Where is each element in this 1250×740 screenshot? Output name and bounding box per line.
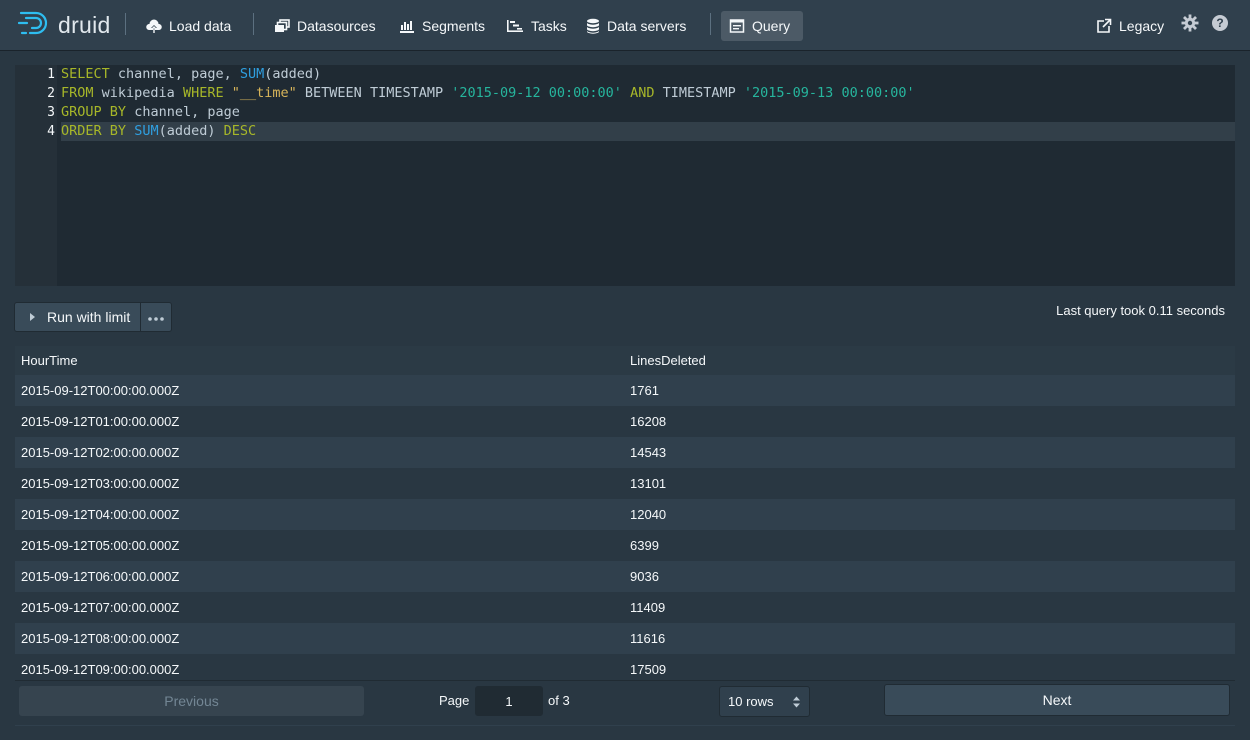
next-page-button[interactable]: Next [884,684,1230,716]
table-cell: 17509 [630,662,667,677]
datasources-icon [274,18,290,34]
column-header-linesdeleted[interactable]: LinesDeleted [630,346,706,375]
code-area[interactable]: SELECT channel, page, SUM(added) FROM wi… [61,65,1235,141]
table-cell: 13101 [630,476,667,491]
table-cell: 2015-09-12T07:00:00.000Z [21,600,180,615]
line-number-gutter: 1 2 3 4 [15,65,57,286]
table-row: 2015-09-12T03:00:00.000Z 13101 [15,468,1235,499]
table-cell: 14543 [630,445,667,460]
table-cell: 2015-09-12T01:00:00.000Z [21,414,180,429]
settings-button[interactable] [1180,14,1200,37]
table-cell: 9036 [630,569,659,584]
code-line[interactable]: GROUP BY channel, page [61,103,1235,122]
pagination-bar: Previous Page of 3 10 rows Next [15,680,1235,725]
double-caret-icon [792,695,801,712]
previous-page-button[interactable]: Previous [19,686,364,716]
help-icon: ? [1211,14,1229,37]
druid-logo[interactable]: druid [17,10,111,41]
database-icon [586,18,600,34]
table-cell: 11616 [630,631,666,646]
druid-logo-icon [17,10,52,41]
table-cell: 6399 [630,538,659,553]
table-cell: 2015-09-12T05:00:00.000Z [21,538,180,553]
code-line-active[interactable]: ORDER BY SUM(added) DESC [61,122,1235,141]
table-row: 2015-09-12T08:00:00.000Z 11616 [15,623,1235,654]
nav-datasources-button[interactable]: Datasources [266,11,384,41]
run-options-button[interactable] [141,302,173,332]
table-row: 2015-09-12T00:00:00.000Z 1761 [15,375,1235,406]
table-row: 2015-09-12T09:00:00.000Z 17509 [15,654,1235,680]
nav-segments-button[interactable]: Segments [391,11,493,41]
nav-query-label: Query [752,18,791,34]
line-number: 1 [47,67,55,82]
top-navbar: druid Load data Datasources Segments Tas… [0,0,1250,50]
table-row: 2015-09-12T07:00:00.000Z 11409 [15,592,1235,623]
query-timing: Last query took 0.11 seconds [1056,303,1225,318]
table-cell: 1761 [630,383,659,398]
table-cell: 16208 [630,414,667,429]
table-cell: 2015-09-12T03:00:00.000Z [21,476,180,491]
results-table: HourTime LinesDeleted 2015-09-12T00:00:0… [15,346,1235,726]
table-cell: 2015-09-12T09:00:00.000Z [21,662,180,677]
run-with-limit-label: Run with limit [47,309,131,325]
nav-divider [710,13,711,35]
nav-data-servers-button[interactable]: Data servers [578,11,694,41]
line-number: 4 [47,124,55,139]
nav-divider [125,13,126,35]
run-with-limit-button[interactable]: Run with limit [14,302,142,332]
line-number: 3 [47,105,55,120]
play-icon [29,312,37,322]
table-row: 2015-09-12T06:00:00.000Z 9036 [15,561,1235,592]
cloud-upload-icon [146,18,162,34]
page-number-input[interactable] [475,686,543,716]
nav-legacy-label: Legacy [1119,18,1165,34]
code-line[interactable]: FROM wikipedia WHERE "__time" BETWEEN TI… [61,84,1235,103]
nav-segments-label: Segments [422,18,486,34]
help-button[interactable]: ? [1210,14,1230,37]
sql-editor[interactable]: 1 2 3 4 SELECT channel, page, SUM(added)… [15,65,1235,286]
column-header-hourtime[interactable]: HourTime [21,346,78,375]
nav-query-button[interactable]: Query [721,11,803,41]
table-row: 2015-09-12T02:00:00.000Z 14543 [15,437,1235,468]
nav-data-servers-label: Data servers [607,18,687,34]
line-number: 2 [47,86,55,101]
table-cell: 2015-09-12T00:00:00.000Z [21,383,180,398]
query-console-icon [729,18,745,34]
table-cell: 2015-09-12T02:00:00.000Z [21,445,180,460]
nav-legacy-button[interactable]: Legacy [1088,11,1172,41]
segments-icon [399,18,415,34]
table-row: 2015-09-12T04:00:00.000Z 12040 [15,499,1235,530]
svg-text:?: ? [1216,16,1223,30]
more-icon [148,308,165,326]
run-button-group: Run with limit [14,302,173,332]
share-external-icon [1096,18,1112,34]
rows-per-page-value: 10 rows [728,694,774,709]
table-cell: 2015-09-12T04:00:00.000Z [21,507,180,522]
nav-divider [253,13,254,35]
table-header: HourTime LinesDeleted [15,346,1235,376]
nav-load-data-button[interactable]: Load data [138,11,239,41]
table-cell: 2015-09-12T06:00:00.000Z [21,569,180,584]
rows-per-page-select[interactable]: 10 rows [719,686,810,717]
table-cell: 2015-09-12T08:00:00.000Z [21,631,180,646]
logo-text: druid [58,11,111,38]
table-cell: 12040 [630,507,667,522]
table-row: 2015-09-12T05:00:00.000Z 6399 [15,530,1235,561]
page-label: Page [439,693,470,708]
tasks-gantt-icon [506,18,524,34]
gear-icon [1181,14,1199,37]
nav-load-data-label: Load data [169,18,232,34]
code-line[interactable]: SELECT channel, page, SUM(added) [61,65,1235,84]
nav-tasks-label: Tasks [531,18,567,34]
table-row: 2015-09-12T01:00:00.000Z 16208 [15,406,1235,437]
page-count-label: of 3 [548,693,570,708]
table-cell: 11409 [630,600,666,615]
nav-datasources-label: Datasources [297,18,376,34]
nav-tasks-button[interactable]: Tasks [498,11,575,41]
